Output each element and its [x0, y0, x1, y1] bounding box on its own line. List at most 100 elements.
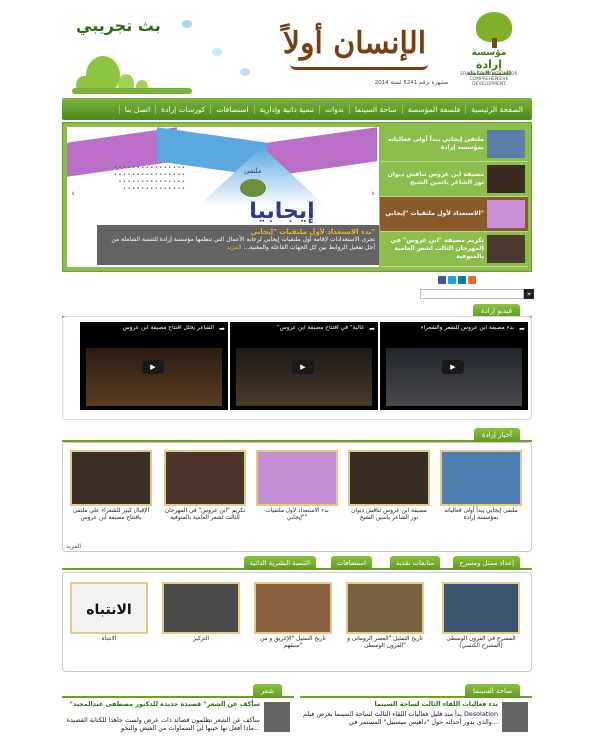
butterfly-icon	[182, 20, 192, 28]
video-player[interactable]: بدء مصيفة ابن عروس للشعر والشعراء ➦ ▶	[380, 322, 528, 410]
tab-self-development[interactable]: التنمية البشرية الذاتية	[243, 556, 316, 570]
news-image	[70, 450, 152, 506]
slider-thumb[interactable]: ملتقى إيجابي يبدأ أولى فعالياته بمؤسسة إ…	[380, 127, 528, 162]
slider-thumb-active[interactable]: الاستعداد لأول ملتقيات "إيجابي"	[380, 197, 528, 232]
play-button[interactable]: ▶	[142, 360, 164, 374]
nav-item-cinema[interactable]: ساحة السينما	[348, 104, 402, 114]
social-icons	[438, 276, 476, 284]
video-title: بدء مصيفة ابن عروس للشعر والشعراء	[420, 325, 514, 331]
thumb-image	[487, 165, 525, 193]
nav-item-seminars[interactable]: ندوات	[319, 104, 349, 114]
slider-thumb[interactable]: مصيفة ابن عروس تناقش ديوان نور الشاعر يا…	[380, 162, 528, 197]
site-logo[interactable]: مؤسسة إرادة للتنمية الشاملة ERADA FOUNDA…	[456, 10, 526, 87]
theatre-image	[162, 582, 240, 634]
slide-logo-small: ملتقى	[244, 167, 262, 175]
video-thumbnail	[86, 348, 222, 406]
theatre-image	[442, 582, 520, 634]
theatre-card[interactable]: التركيز	[162, 582, 240, 664]
cinema-title: ساحة السينما	[464, 684, 520, 698]
site-header: مؤسسة إرادة للتنمية الشاملة ERADA FOUNDA…	[62, 6, 532, 96]
linkedin-icon[interactable]	[458, 276, 466, 284]
facebook-icon[interactable]	[438, 276, 446, 284]
cinema-headline[interactable]: بدء فعاليات اللقاء الثالث لساحة السينما	[300, 700, 498, 708]
nav-item-hosting[interactable]: استضافات	[210, 104, 253, 114]
theatre-caption[interactable]: تاريخ التمثيل "الإغريق و من سبقهم"	[254, 636, 332, 650]
logo-trunk-icon	[492, 38, 497, 48]
poetry-title: شعر	[252, 684, 282, 698]
video-player[interactable]: "غالية" في افتتاح مصيفة ابن عروس ➦ ▶	[230, 322, 378, 410]
play-button[interactable]: ▶	[442, 360, 464, 374]
news-caption[interactable]: الإقبال كبير للشعراء على ملتقى بافتتاح م…	[70, 508, 152, 522]
theatre-caption[interactable]: تاريخ التمثيل "العصر الرومانى و القرون ا…	[346, 636, 424, 650]
share-icon[interactable]: ➦	[219, 325, 225, 333]
share-icon[interactable]: ➦	[519, 325, 525, 333]
news-image	[348, 450, 430, 506]
slider-prev-arrow[interactable]: ‹	[67, 185, 79, 203]
news-card[interactable]: الإقبال كبير للشعراء على ملتقى بافتتاح م…	[70, 450, 152, 538]
news-image	[440, 450, 522, 506]
poetry-image[interactable]	[264, 702, 290, 732]
rss-icon[interactable]	[468, 276, 476, 284]
search-button[interactable]: »	[524, 289, 534, 299]
news-caption[interactable]: بدء الاستعداد لأول ملتقيات "إيجابي"	[256, 508, 338, 522]
slider-thumb[interactable]: تكريم مصيفة "ابن عروس" في المهرجان الثال…	[380, 232, 528, 267]
theatre-caption[interactable]: الانتباه	[70, 636, 148, 643]
video-player[interactable]: الشاعر يحلل افتتاح مصيفة ابن عروس ➦ ▶	[80, 322, 228, 410]
trees-illustration	[72, 42, 192, 94]
caption-more-link[interactable]: المزيد	[227, 244, 242, 251]
butterfly-icon	[240, 68, 250, 76]
news-caption[interactable]: ملتقى إيجابي يبدأ أولى فعالياته بمؤسسة إ…	[440, 508, 522, 522]
thumb-title: الاستعداد لأول ملتقيات "إيجابي"	[385, 210, 484, 217]
poetry-headline[interactable]: "سأكف عن الشعر" قصيدة جديدة للدكتور مصطف…	[62, 700, 260, 708]
share-icon[interactable]: ➦	[369, 325, 375, 333]
tab-hosting[interactable]: استضافات	[330, 556, 372, 570]
logo-subtitle: ERADA FOUNDATION FOR COMPREHENSIVE DEVEL…	[460, 72, 518, 87]
twitter-icon[interactable]	[448, 276, 456, 284]
logo-name: إرادة	[475, 58, 502, 71]
poetry-section-header: شعر	[62, 684, 294, 698]
theatre-image	[254, 582, 332, 634]
cinema-image[interactable]	[502, 702, 528, 732]
featured-slider: • • • • • • • • • • • • • • • • • • • • •…	[62, 122, 532, 272]
news-card[interactable]: مصيفة ابن عروس تناقش ديوان نور الشاعر يا…	[348, 450, 430, 538]
video-thumbnail	[236, 348, 372, 406]
cinema-body: بدأ منذ قليل فعاليات اللقاء الثالث لساحة…	[302, 710, 498, 726]
theatre-image: الانتباه	[70, 582, 148, 634]
nav-item-contact[interactable]: اتصل بنا	[118, 104, 155, 114]
thumb-image	[487, 200, 525, 228]
theatre-card[interactable]: المسرح في القرون الوسطى (المسرح الكنسي)	[442, 582, 520, 664]
tab-actor-theatre[interactable]: إعداد ممثل ومسرح	[453, 556, 520, 570]
nav-item-courses[interactable]: كورسات إرادة	[155, 104, 210, 114]
cinema-section-header: ساحة السينما	[300, 684, 532, 698]
slide-main[interactable]: • • • • • • • • • • • • • • • • • • • • •…	[67, 127, 379, 267]
news-caption[interactable]: مصيفة ابن عروس تناقش ديوان نور الشاعر يا…	[348, 508, 430, 522]
news-more-link[interactable]: المزيد	[66, 543, 81, 550]
main-nav: الصفحة الرئيسية فلسفة المؤسسة ساحة السين…	[62, 98, 532, 120]
theatre-caption[interactable]: التركيز	[162, 636, 240, 643]
video-thumbnail	[386, 348, 522, 406]
theatre-card[interactable]: تاريخ التمثيل "العصر الرومانى و القرون ا…	[346, 582, 424, 664]
news-image	[164, 450, 246, 506]
registration-text: مشهرة برقم 5241 لسنة 2014	[374, 80, 448, 86]
ground	[72, 88, 192, 94]
news-caption[interactable]: تكريم "ابن عروس" في المهرجان الثالث لشعر…	[164, 508, 246, 522]
caption-title[interactable]: بدء الاستعداد لأول ملتقيات "إيجابي"	[101, 228, 375, 236]
trial-broadcast-label: بث تجريبي	[76, 16, 161, 35]
play-button[interactable]: ▶	[292, 360, 314, 374]
news-card[interactable]: تكريم "ابن عروس" في المهرجان الثالث لشعر…	[164, 450, 246, 538]
theatre-caption[interactable]: المسرح في القرون الوسطى (المسرح الكنسي)	[442, 636, 520, 650]
nav-item-philosophy[interactable]: فلسفة المؤسسة	[401, 104, 466, 114]
nav-item-development[interactable]: تنمية ذاتية وإدارية	[253, 104, 319, 114]
video-title: "غالية" في افتتاح مصيفة ابن عروس	[276, 325, 364, 331]
nav-item-home[interactable]: الصفحة الرئيسية	[465, 104, 528, 114]
theatre-card[interactable]: الانتباه الانتباه	[70, 582, 148, 664]
news-card[interactable]: بدء الاستعداد لأول ملتقيات "إيجابي"	[256, 450, 338, 538]
news-section-header: أخبار إرادة	[62, 428, 532, 442]
tab-critical-reviews[interactable]: متابعات نقدية	[390, 556, 440, 570]
thumb-title: تكريم مصيفة "ابن عروس" في المهرجان الثال…	[390, 237, 484, 260]
caption-body: تجرى الاستعدادات لإقامة أول ملتقيات إيجا…	[101, 236, 375, 252]
search-input[interactable]	[420, 289, 524, 299]
slider-next-arrow[interactable]: ›	[367, 185, 379, 203]
theatre-card[interactable]: تاريخ التمثيل "الإغريق و من سبقهم"	[254, 582, 332, 664]
news-card[interactable]: ملتقى إيجابي يبدأ أولى فعالياته بمؤسسة إ…	[440, 450, 522, 538]
